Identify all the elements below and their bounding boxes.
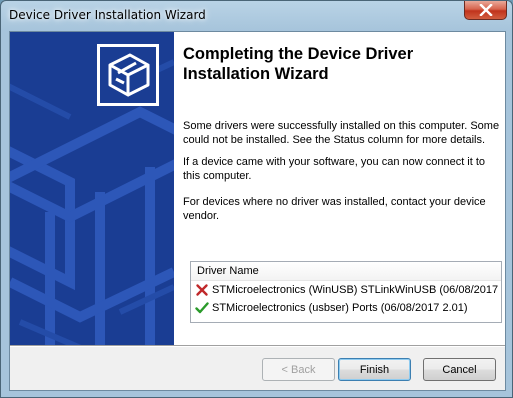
cancel-button[interactable]: Cancel bbox=[423, 358, 496, 381]
device-installer-icon bbox=[96, 43, 160, 107]
footer-divider bbox=[10, 345, 505, 347]
driver-name: STMicroelectronics (usbser) Ports (06/08… bbox=[212, 302, 468, 314]
driver-name: STMicroelectronics (WinUSB) STLinkWinUSB… bbox=[212, 284, 502, 296]
wizard-window: Device Driver Installation Wizard Comple… bbox=[0, 0, 513, 398]
driver-list[interactable]: Driver Name STMicroelectronics (WinUSB) … bbox=[190, 261, 502, 323]
page-title: Completing the Device Driver Installatio… bbox=[183, 45, 414, 83]
driver-row-failed[interactable]: STMicroelectronics (WinUSB) STLinkWinUSB… bbox=[191, 281, 501, 299]
title-bar[interactable]: Device Driver Installation Wizard bbox=[1, 1, 512, 31]
driver-row-installed[interactable]: STMicroelectronics (usbser) Ports (06/08… bbox=[191, 299, 501, 317]
close-icon bbox=[478, 4, 493, 16]
green-check-icon bbox=[195, 301, 209, 315]
connect-device-message: If a device came with your software, you… bbox=[183, 156, 486, 182]
driver-name-column-header[interactable]: Driver Name bbox=[191, 262, 501, 281]
red-x-icon bbox=[195, 283, 209, 297]
wizard-content: Completing the Device Driver Installatio… bbox=[174, 32, 505, 345]
back-button[interactable]: < Back bbox=[262, 358, 335, 381]
close-button[interactable] bbox=[464, 1, 507, 20]
contact-vendor-message: For devices where no driver was installe… bbox=[183, 196, 486, 222]
finish-button[interactable]: Finish bbox=[338, 358, 411, 381]
window-title: Device Driver Installation Wizard bbox=[9, 8, 206, 22]
status-message: Some drivers were successfully installed… bbox=[183, 120, 500, 146]
wizard-body: Completing the Device Driver Installatio… bbox=[9, 31, 506, 391]
